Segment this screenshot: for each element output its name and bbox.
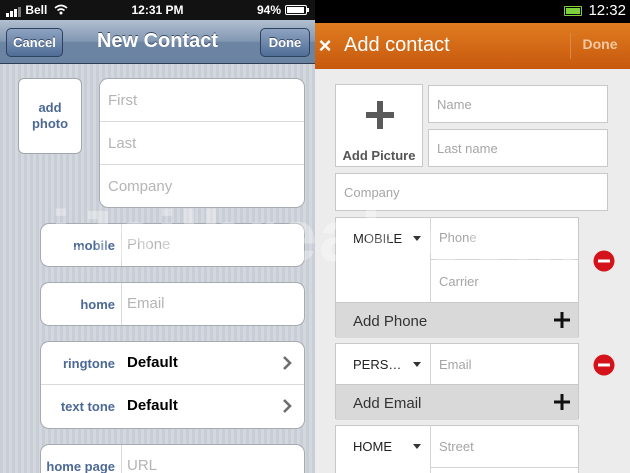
ios-battery-percent: 94%	[256, 3, 281, 17]
email-placeholder: Email	[439, 357, 472, 372]
email-type-label: PERS…	[353, 357, 402, 372]
street-input[interactable]: Street	[431, 426, 578, 466]
android-clock: 12:32	[588, 2, 626, 19]
chevron-right-icon	[283, 399, 292, 413]
phone-placeholder: Phone	[439, 230, 477, 245]
battery-icon	[564, 6, 582, 16]
email-field[interactable]: home Email	[41, 283, 304, 325]
address-type-dropdown[interactable]: HOME	[336, 426, 430, 466]
phone-group: mobile Phone	[40, 223, 305, 267]
dropdown-icon	[413, 362, 421, 367]
name-fields-group: First Last Company	[99, 78, 305, 208]
dropdown-icon	[413, 236, 421, 241]
company-placeholder: Company	[108, 178, 173, 195]
done-button[interactable]: Done	[260, 28, 310, 57]
ringtone-value: Default	[127, 354, 178, 371]
ios-battery: 94%	[256, 3, 309, 17]
carrier-placeholder: Carrier	[439, 274, 479, 289]
phone-placeholder: Phone	[127, 236, 171, 253]
add-photo-label-line1: add	[38, 100, 62, 115]
add-email-button[interactable]: Add Email	[336, 384, 578, 420]
close-icon[interactable]: ×	[315, 29, 335, 63]
remove-email-icon[interactable]	[593, 354, 615, 376]
text-tone-label: text tone	[60, 399, 115, 414]
phone-type-label[interactable]: mobile	[41, 238, 115, 253]
text-tone-value: Default	[127, 397, 178, 414]
name-placeholder: Name	[437, 97, 472, 112]
company-field[interactable]: Company	[100, 165, 304, 207]
add-phone-label: Add Phone	[353, 313, 428, 330]
text-tone-row[interactable]: text tone Default	[41, 385, 304, 428]
first-name-field[interactable]: First	[100, 79, 304, 122]
email-type-label[interactable]: home	[41, 297, 115, 312]
url-type-label[interactable]: home page	[41, 459, 115, 473]
last-name-input[interactable]: Last name	[428, 129, 608, 167]
android-action-bar: × Add contact Done	[315, 23, 630, 69]
ios-status-bar: Bell 12:31 PM 94%	[0, 0, 315, 20]
ringtone-label: ringtone	[63, 356, 115, 371]
add-photo-button[interactable]: add photo	[18, 78, 82, 154]
address-block: HOME Street	[335, 425, 579, 473]
add-picture-button[interactable]: Add Picture	[335, 84, 423, 167]
last-name-placeholder: Last	[108, 135, 137, 152]
phone-block: MOBILE Phone Carrier Add Phone	[335, 217, 579, 338]
carrier-input[interactable]: Carrier	[431, 260, 578, 302]
street-placeholder: Street	[439, 439, 474, 454]
add-photo-label-line2: photo	[31, 116, 69, 131]
dropdown-icon	[413, 444, 421, 449]
android-screen: 12:32 × Add contact Done Add Picture Nam…	[315, 0, 630, 473]
url-group: home page URL	[40, 444, 305, 473]
first-name-placeholder: First	[108, 92, 138, 109]
plus-icon	[554, 394, 570, 410]
phone-type-dropdown[interactable]: MOBILE	[336, 218, 430, 258]
url-placeholder: URL	[127, 457, 158, 473]
add-picture-label: Add Picture	[342, 148, 416, 163]
remove-phone-icon[interactable]	[593, 250, 615, 272]
last-name-placeholder: Last name	[437, 141, 498, 156]
email-placeholder: Email	[127, 295, 165, 312]
email-block: PERS… Email Add Email	[335, 343, 579, 420]
phone-input[interactable]: Phone	[431, 218, 578, 258]
add-email-label: Add Email	[353, 395, 422, 412]
tones-group: ringtone Default text tone Default	[40, 341, 305, 429]
battery-icon	[285, 5, 309, 15]
url-field[interactable]: home page URL	[41, 445, 304, 473]
last-name-field[interactable]: Last	[100, 122, 304, 165]
ios-navigation-bar: Cancel New Contact Done	[0, 20, 315, 64]
add-phone-button[interactable]: Add Phone	[336, 302, 578, 338]
email-type-dropdown[interactable]: PERS…	[336, 344, 430, 384]
ios-screen: Bell 12:31 PM 94% Cancel New Contact Don…	[0, 0, 315, 473]
chevron-right-icon	[283, 356, 292, 370]
plus-icon	[366, 101, 394, 129]
ringtone-row[interactable]: ringtone Default	[41, 342, 304, 385]
email-input[interactable]: Email	[431, 344, 578, 384]
done-button[interactable]: Done	[573, 36, 627, 52]
android-status-bar: 12:32	[315, 0, 630, 23]
phone-field[interactable]: mobile Phone	[41, 224, 304, 266]
page-title: Add contact	[344, 34, 450, 56]
name-input[interactable]: Name	[428, 85, 608, 123]
address-type-label: HOME	[353, 439, 392, 454]
plus-icon	[554, 312, 570, 328]
company-input[interactable]: Company	[335, 173, 608, 211]
email-group: home Email	[40, 282, 305, 326]
phone-type-label: MOBILE	[353, 231, 403, 246]
company-placeholder: Company	[344, 185, 400, 200]
